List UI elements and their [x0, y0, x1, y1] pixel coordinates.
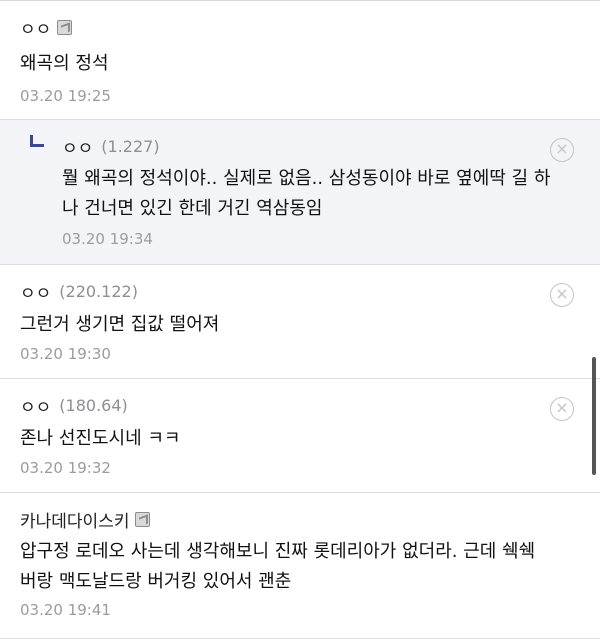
comment-body: 압구정 로데오 사는데 생각해보니 진짜 롯데리아가 없더라. 근데 쉑쉑 버랑… [20, 537, 560, 597]
comment-author[interactable]: ㅇㅇ (220.122) [20, 279, 138, 304]
comment-body: 왜곡의 정석 [20, 53, 109, 74]
scrollbar[interactable] [592, 357, 596, 475]
author-name[interactable]: ㅇㅇ [20, 279, 51, 304]
comment-item: 카나데다이스키 압구정 로데오 사는데 생각해보니 진짜 롯데리아가 없더라. … [0, 493, 600, 639]
fixed-nick-icon [57, 20, 73, 35]
comment-body-line: 나 건너면 있긴 한데 거긴 역삼동임 [62, 198, 323, 219]
comment-item: ㅇㅇ (220.122) × 그런거 생기면 집값 떨어져 03.20 19:3… [0, 265, 600, 379]
author-ip: (180.64) [59, 396, 128, 415]
comment-item: ㅇㅇ 왜곡의 정석 03.20 19:25 [0, 1, 600, 120]
reply-item: ㅇㅇ (1.227) × 뭘 왜곡의 정석이야.. 실제로 없음.. 삼성동이야… [0, 120, 600, 265]
comment-author[interactable]: 카나데다이스키 [20, 507, 151, 532]
comment-time: 03.20 19:32 [20, 459, 111, 477]
author-name[interactable]: 카나데다이스키 [20, 507, 129, 532]
author-ip: (220.122) [59, 282, 138, 301]
comment-body-line: 뭘 왜곡의 정석이야.. 실제로 없음.. 삼성동이야 바로 옆에딱 길 하 [62, 168, 551, 189]
comment-time: 03.20 19:30 [20, 345, 111, 363]
comment-body-line: 버랑 맥도날드랑 버거킹 있어서 괜춘 [20, 571, 292, 592]
comment-item: ㅇㅇ (180.64) × 존나 선진도시네 ㅋㅋ 03.20 19:32 [0, 379, 600, 493]
comment-time: 03.20 19:34 [62, 230, 153, 248]
comment-author[interactable]: ㅇㅇ (180.64) [20, 393, 128, 418]
author-name[interactable]: ㅇㅇ [20, 15, 51, 40]
delete-icon[interactable]: × [550, 138, 574, 162]
comment-time: 03.20 19:25 [20, 87, 111, 105]
author-name[interactable]: ㅇㅇ [62, 134, 93, 159]
comment-body: 그런거 생기면 집값 떨어져 [20, 314, 220, 335]
comment-time: 03.20 19:41 [20, 601, 111, 619]
delete-icon[interactable]: × [550, 283, 574, 307]
delete-icon[interactable]: × [550, 397, 574, 421]
comment-body: 존나 선진도시네 ㅋㅋ [20, 428, 181, 449]
comment-author[interactable]: ㅇㅇ (1.227) [62, 134, 160, 159]
comment-body-line: 압구정 로데오 사는데 생각해보니 진짜 롯데리아가 없더라. 근데 쉑쉑 [20, 541, 536, 562]
comment-body: 뭘 왜곡의 정석이야.. 실제로 없음.. 삼성동이야 바로 옆에딱 길 하 나… [62, 164, 560, 224]
reply-arrow-icon [30, 135, 44, 147]
comment-list: ㅇㅇ 왜곡의 정석 03.20 19:25 ㅇㅇ (1.227) × 뭘 왜곡의… [0, 0, 600, 639]
author-ip: (1.227) [101, 137, 160, 156]
author-name[interactable]: ㅇㅇ [20, 393, 51, 418]
comment-author[interactable]: ㅇㅇ [20, 15, 73, 40]
fixed-nick-icon [135, 512, 151, 527]
